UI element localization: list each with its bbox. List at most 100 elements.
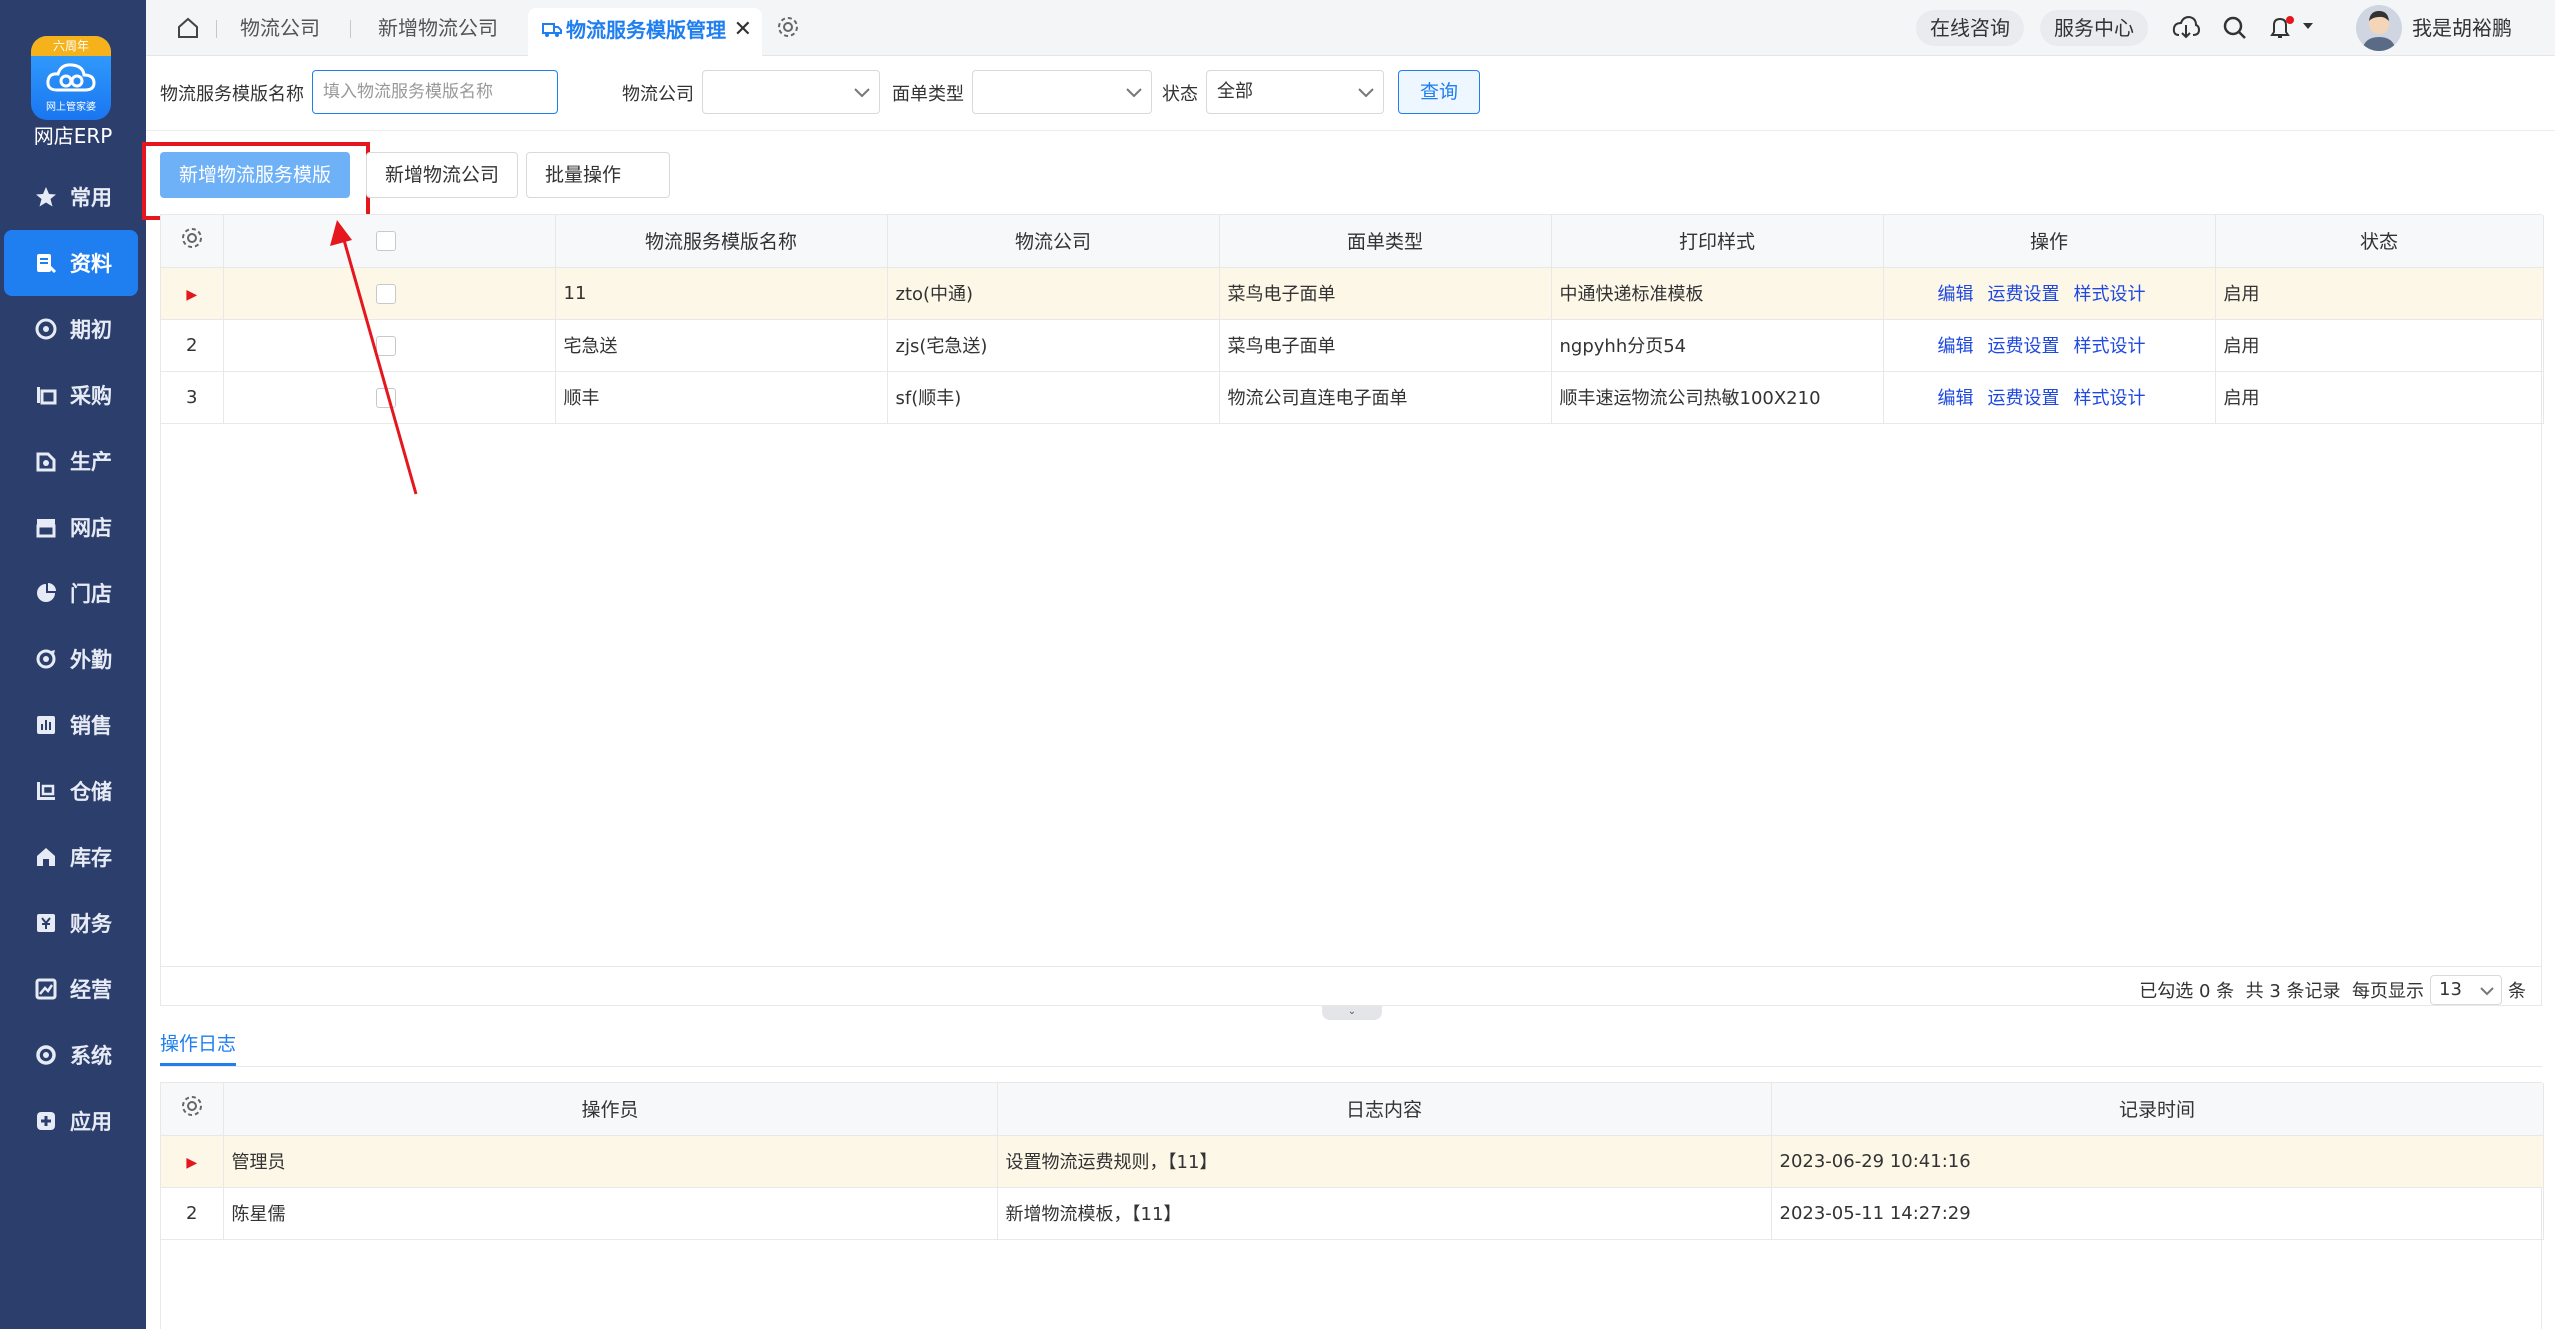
column-header[interactable]: 打印样式	[1551, 215, 1884, 268]
username[interactable]: 我是胡裕鹏	[2412, 0, 2512, 56]
row-actions: 编辑 运费设置 样式设计	[1883, 319, 2216, 372]
chevron-down-icon	[2480, 987, 2494, 996]
chevron-down-icon	[1358, 88, 1374, 98]
print-style: ngpyhh分页54	[1551, 319, 1884, 372]
row-select-cell	[223, 267, 556, 320]
edit-link[interactable]: 编辑	[1938, 284, 1974, 305]
log-row[interactable]: 2 陈星儒 新增物流模板，【11】 2023-05-11 14:27:29	[161, 1187, 2544, 1240]
company-select[interactable]	[702, 70, 880, 114]
bell-icon[interactable]	[2268, 15, 2298, 41]
home-icon[interactable]	[176, 16, 200, 40]
plus-icon	[34, 1109, 58, 1133]
caret-down-icon[interactable]	[2302, 22, 2314, 30]
sidebar-item-production[interactable]: 生产	[0, 428, 146, 494]
tab-add-logistics-company[interactable]: 新增物流公司	[378, 0, 498, 56]
cloud-download-icon[interactable]	[2172, 15, 2200, 41]
log-row[interactable]: ▶ 管理员 设置物流运费规则，【11】 2023-06-29 10:41:16	[161, 1135, 2544, 1188]
stock-icon	[34, 845, 58, 869]
logo-text: 网上管家婆	[46, 102, 96, 113]
tab-logistics-template-manage[interactable]: 物流服务模版管理 ✕	[528, 8, 762, 56]
logistics-company: sf(顺丰)	[887, 371, 1220, 424]
gear-icon[interactable]	[776, 15, 800, 39]
sidebar-item-sales[interactable]: 销售	[0, 692, 146, 758]
column-settings[interactable]	[161, 1083, 224, 1136]
column-header[interactable]: 物流服务模版名称	[555, 215, 888, 268]
truck-icon	[542, 23, 562, 37]
tab-separator	[216, 20, 217, 38]
template-name-input[interactable]: 填入物流服务模版名称	[312, 70, 558, 114]
per-page-select[interactable]: 13	[2430, 975, 2502, 1005]
sidebar-item-system[interactable]: 系统	[0, 1022, 146, 1088]
sidebar-item-shop[interactable]: 网店	[0, 494, 146, 560]
gear-icon[interactable]	[180, 226, 204, 250]
waybill-type-select[interactable]	[972, 70, 1152, 114]
sidebar-item-opening[interactable]: 期初	[0, 296, 146, 362]
row-checkbox[interactable]	[375, 387, 396, 408]
freight-settings-link[interactable]: 运费设置	[1988, 388, 2060, 409]
table-row[interactable]: 3 顺丰 sf(顺丰) 物流公司直连电子面单 顺丰速运物流公司热敏100X210…	[161, 371, 2544, 424]
sidebar-item-finance[interactable]: 财务	[0, 890, 146, 956]
highlight-box	[142, 142, 370, 220]
row-number: 2	[161, 319, 224, 372]
tab-operation-log[interactable]: 操作日志	[160, 1026, 237, 1066]
sidebar-item-purchase[interactable]: 采购	[0, 362, 146, 428]
pie-icon	[34, 581, 58, 605]
row-actions: 编辑 运费设置 样式设计	[1883, 267, 2216, 320]
style-design-link[interactable]: 样式设计	[2074, 388, 2146, 409]
sidebar-item-data[interactable]: 资料	[4, 230, 138, 296]
template-table: 物流服务模版名称 物流公司 面单类型 打印样式 操作 状态 ▶ 11 zto(中…	[160, 214, 2544, 1006]
pagination-info: 已勾选 0 条 共 3 条记录 每页显示 13 条	[2139, 975, 2526, 1005]
collapse-handle[interactable]: ⌄	[1322, 1006, 1382, 1020]
avatar[interactable]	[2356, 5, 2402, 51]
app-name: 网店ERP	[33, 124, 113, 148]
table-row[interactable]: ▶ 11 zto(中通) 菜鸟电子面单 中通快递标准模板 编辑 运费设置 样式设计 …	[161, 267, 2544, 320]
company-label: 物流公司	[622, 84, 694, 105]
column-header[interactable]: 记录时间	[1771, 1083, 2544, 1136]
column-settings[interactable]	[161, 215, 224, 268]
sidebar-item-label: 仓储	[70, 780, 112, 804]
sidebar-item-apps[interactable]: 应用	[0, 1088, 146, 1154]
column-header[interactable]: 物流公司	[887, 215, 1220, 268]
freight-settings-link[interactable]: 运费设置	[1988, 284, 2060, 305]
table-row[interactable]: 2 宅急送 zjs(宅急送) 菜鸟电子面单 ngpyhh分页54 编辑 运费设置样…	[161, 319, 2544, 372]
sidebar-item-label: 经营	[70, 978, 112, 1002]
app-logo: 六周年 网上管家婆	[31, 36, 111, 120]
sidebar-item-field[interactable]: 外勤	[0, 626, 146, 692]
edit-link[interactable]: 编辑	[1938, 388, 1974, 409]
row-select-cell	[223, 319, 556, 372]
sidebar-item-warehouse[interactable]: 仓储	[0, 758, 146, 824]
column-header[interactable]: 操作员	[223, 1083, 998, 1136]
sidebar-item-store[interactable]: 门店	[0, 560, 146, 626]
style-design-link[interactable]: 样式设计	[2074, 284, 2146, 305]
column-header[interactable]: 操作	[1883, 215, 2216, 268]
batch-operation-button[interactable]: 批量操作	[526, 152, 670, 225]
service-center-button[interactable]: 服务中心	[2040, 10, 2148, 46]
column-header[interactable]: 面单类型	[1219, 215, 1552, 268]
sidebar-item-operation[interactable]: 经营	[0, 956, 146, 1022]
current-row-icon: ▶	[186, 286, 198, 303]
sidebar-item-inventory[interactable]: 库存	[0, 824, 146, 890]
style-design-link[interactable]: 样式设计	[2074, 336, 2146, 357]
sidebar-item-label: 网店	[70, 516, 112, 540]
template-name-label: 物流服务模版名称	[160, 84, 304, 105]
query-button[interactable]: 查询	[1398, 70, 1480, 114]
sidebar-item-common[interactable]: 常用	[0, 164, 146, 230]
row-checkbox[interactable]	[375, 335, 396, 356]
per-page-label: 每页显示	[2352, 981, 2424, 1002]
edit-link[interactable]: 编辑	[1938, 336, 1974, 357]
close-icon[interactable]: ✕	[734, 8, 752, 52]
column-header[interactable]: 日志内容	[997, 1083, 1772, 1136]
status-select[interactable]: 全部	[1206, 70, 1384, 114]
select-all-checkbox[interactable]	[375, 231, 396, 252]
online-consult-button[interactable]: 在线咨询	[1916, 10, 2024, 46]
gear-icon[interactable]	[180, 1094, 204, 1118]
logistics-company: zjs(宅急送)	[887, 319, 1220, 372]
row-checkbox[interactable]	[375, 283, 396, 304]
sales-icon	[34, 713, 58, 737]
column-header[interactable]: 状态	[2215, 215, 2544, 268]
sidebar-item-label: 采购	[70, 384, 112, 408]
search-icon[interactable]	[2222, 15, 2248, 41]
add-company-button[interactable]: 新增物流公司	[366, 152, 519, 198]
tab-logistics-company[interactable]: 物流公司	[240, 0, 320, 56]
freight-settings-link[interactable]: 运费设置	[1988, 336, 2060, 357]
